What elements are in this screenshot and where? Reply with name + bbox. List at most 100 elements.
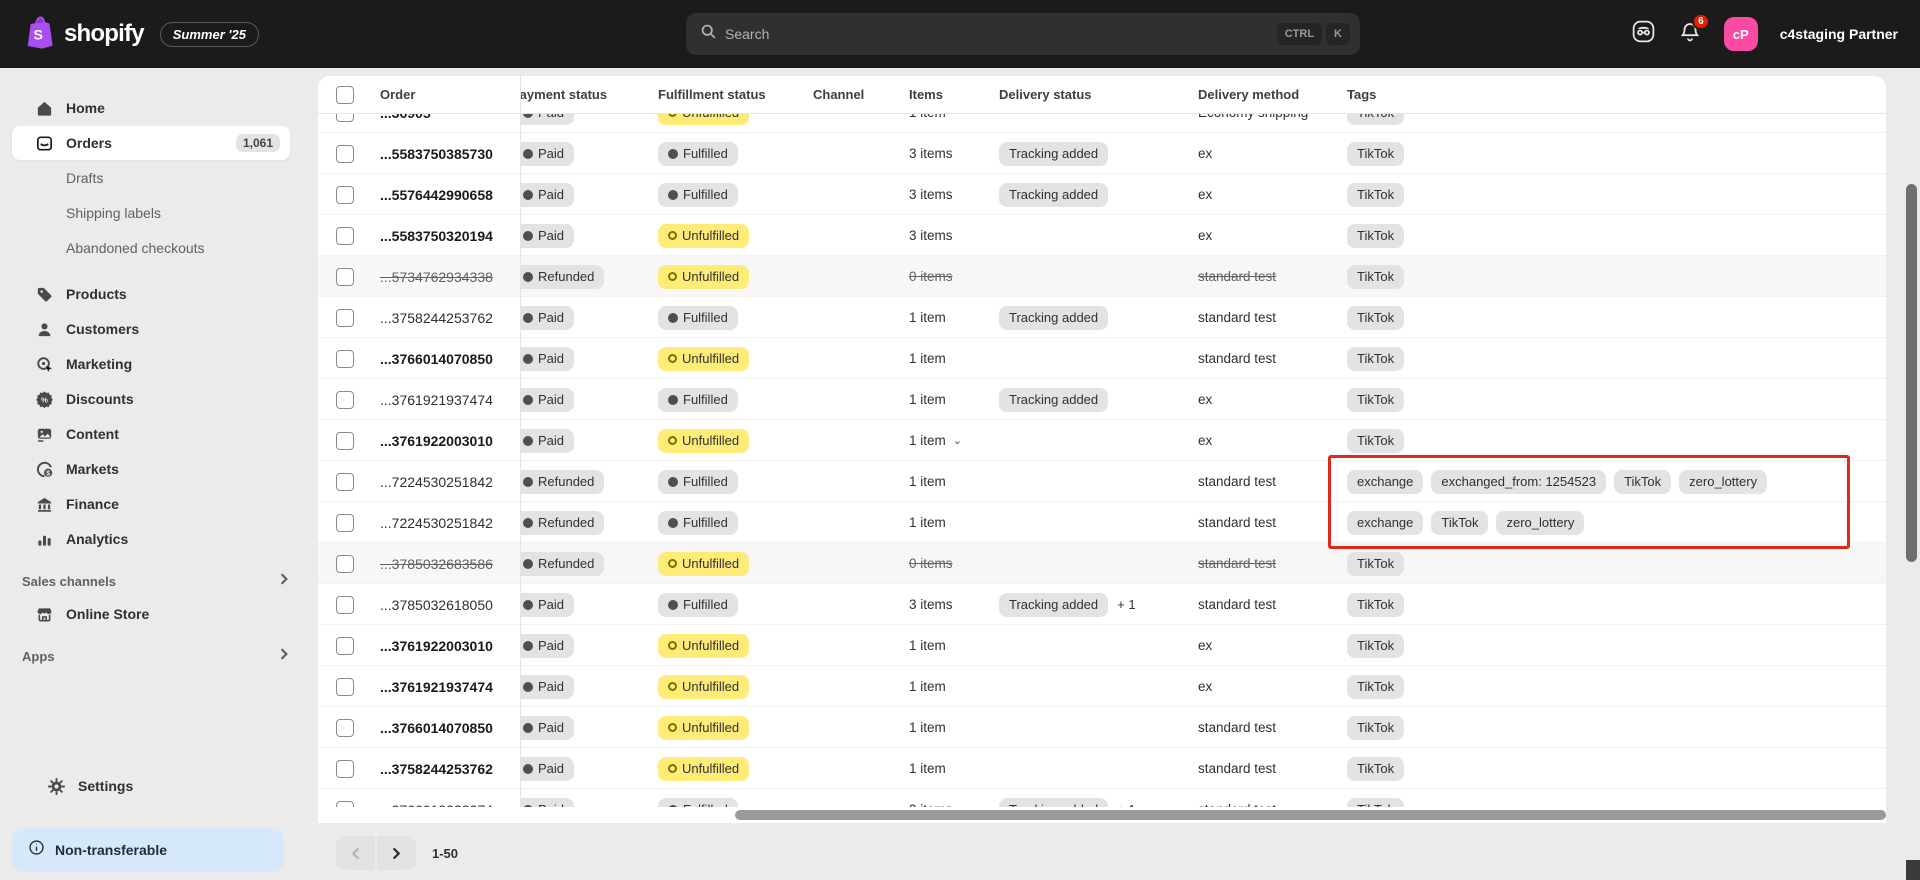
items-count: 3 items — [909, 146, 953, 161]
sidebar-item-drafts[interactable]: Drafts — [12, 161, 290, 195]
sidebar-item-label: Markets — [66, 461, 119, 477]
row-checkbox[interactable] — [336, 514, 354, 532]
table-row[interactable]: ...3766013033274PaidFulfilled3 itemsTrac… — [318, 789, 1886, 807]
row-checkbox[interactable] — [336, 473, 354, 491]
table-row[interactable]: ...5583750320194PaidUnfulfilled3 itemsex… — [318, 215, 1886, 256]
row-checkbox[interactable] — [336, 596, 354, 614]
payment-status-badge: Paid — [520, 388, 574, 412]
fulfillment-status-badge: Unfulfilled — [658, 114, 749, 125]
order-number: ...5576442990658 — [380, 187, 493, 203]
sidebar-item-products[interactable]: Products — [12, 277, 290, 311]
fulfillment-status-badge: Unfulfilled — [658, 757, 749, 781]
table-row[interactable]: ...3785032683586RefundedUnfulfilled0 ite… — [318, 543, 1886, 584]
delivery-method: standard test — [1198, 310, 1276, 325]
sidebar-item-home[interactable]: Home — [12, 91, 290, 125]
non-transferable-banner[interactable]: Non-transferable — [12, 828, 284, 872]
row-checkbox[interactable] — [336, 760, 354, 778]
payment-status-badge: Paid — [520, 114, 574, 125]
items-count: 1 item — [909, 114, 946, 120]
tag: TikTok — [1347, 114, 1404, 125]
sidebar-section-apps[interactable]: Apps — [12, 641, 290, 671]
table-row[interactable]: ...3785032618050PaidFulfilled3 itemsTrac… — [318, 584, 1886, 625]
sidebar-item-shipping-labels[interactable]: Shipping labels — [12, 196, 290, 230]
order-number: ...3761922003010 — [380, 433, 493, 449]
shortcut-k-key: K — [1326, 23, 1350, 45]
table-row[interactable]: ...3766014070850PaidUnfulfilled1 itemsta… — [318, 707, 1886, 748]
account-name[interactable]: c4staging Partner — [1780, 26, 1898, 42]
table-row[interactable]: ...3761921937474PaidUnfulfilled1 itemexT… — [318, 666, 1886, 707]
table-row[interactable]: ...5583750385730PaidFulfilled3 itemsTrac… — [318, 133, 1886, 174]
order-number: ...3761921937474 — [380, 392, 493, 408]
table-row[interactable]: ...3761921937474PaidFulfilled1 itemTrack… — [318, 379, 1886, 420]
table-row[interactable]: ...5576442990658PaidFulfilled3 itemsTrac… — [318, 174, 1886, 215]
sidebar-item-abandoned-checkouts[interactable]: Abandoned checkouts — [12, 231, 290, 265]
sidebar-item-label: Home — [66, 100, 105, 116]
horizontal-scrollbar-thumb[interactable] — [735, 810, 1886, 820]
row-checkbox[interactable] — [336, 432, 354, 450]
status-dot-icon — [668, 149, 678, 159]
table-row[interactable]: ...5734762934338RefundedUnfulfilled0 ite… — [318, 256, 1886, 297]
row-checkbox[interactable] — [336, 309, 354, 327]
row-checkbox[interactable] — [336, 637, 354, 655]
row-checkbox[interactable] — [336, 268, 354, 286]
sidekick-icon[interactable] — [1631, 19, 1656, 49]
row-checkbox[interactable] — [336, 114, 354, 122]
row-checkbox[interactable] — [336, 719, 354, 737]
delivery-method: standard test — [1198, 515, 1276, 530]
row-checkbox[interactable] — [336, 350, 354, 368]
table-row[interactable]: ...3758244253762PaidFulfilled1 itemTrack… — [318, 297, 1886, 338]
avatar[interactable]: cP — [1724, 17, 1758, 51]
row-checkbox[interactable] — [336, 391, 354, 409]
sidebar-item-marketing[interactable]: Marketing — [12, 347, 290, 381]
chevron-down-icon[interactable]: ⌄ — [953, 434, 962, 447]
status-dot-icon — [668, 313, 678, 323]
row-checkbox[interactable] — [336, 555, 354, 573]
next-page-button[interactable] — [377, 836, 416, 870]
row-checkbox[interactable] — [336, 145, 354, 163]
items-count: 1 item — [909, 351, 946, 366]
column-header-payment-status: Payment status — [520, 87, 658, 102]
status-dot-icon — [523, 272, 533, 282]
search-input[interactable]: Search CTRL K — [686, 13, 1360, 55]
sidebar-section-sales-channels[interactable]: Sales channels — [12, 566, 290, 596]
sidebar-item-customers[interactable]: Customers — [12, 312, 290, 346]
delivery-status-badge: Tracking added — [999, 798, 1108, 808]
table-row[interactable]: ...3761922003010PaidUnfulfilled1 itemexT… — [318, 625, 1886, 666]
sidebar-item-markets[interactable]: $Markets — [12, 452, 290, 486]
table-row[interactable]: ...7224530251842RefundedFulfilled1 items… — [318, 502, 1886, 543]
table-row[interactable]: ...36905PaidUnfulfilled1 itemEconomy shi… — [318, 114, 1886, 133]
sidebar-item-analytics[interactable]: Analytics — [12, 522, 290, 556]
shopify-wordmark: shopify — [64, 20, 144, 48]
status-dot-icon — [668, 477, 678, 487]
table-row[interactable]: ...3758244253762PaidUnfulfilled1 itemsta… — [318, 748, 1886, 789]
select-all-checkbox[interactable] — [336, 86, 354, 104]
row-checkbox[interactable] — [336, 186, 354, 204]
tag: exchanged_from: 1254523 — [1431, 470, 1606, 494]
row-checkbox[interactable] — [336, 227, 354, 245]
vertical-scrollbar-thumb[interactable] — [1906, 184, 1917, 562]
sidebar-item-finance[interactable]: Finance — [12, 487, 290, 521]
payment-status-badge: Paid — [520, 757, 574, 781]
shopify-logo[interactable]: S shopify Summer '25 — [0, 15, 259, 54]
discounts-icon: % — [34, 389, 54, 409]
tag: TikTok — [1347, 347, 1404, 371]
sidebar-item-content[interactable]: Content — [12, 417, 290, 451]
delivery-method: standard test — [1198, 761, 1276, 776]
order-number: ...3766014070850 — [380, 720, 493, 736]
table-row[interactable]: ...3761922003010PaidUnfulfilled1 item⌄ex… — [318, 420, 1886, 461]
tag: TikTok — [1347, 306, 1404, 330]
sidebar-item-orders[interactable]: Orders1,061 — [12, 126, 290, 160]
notifications-bell-icon[interactable]: 6 — [1678, 20, 1702, 49]
table-row[interactable]: ...7224530251842RefundedFulfilled1 items… — [318, 461, 1886, 502]
sidebar-item-discounts[interactable]: %Discounts — [12, 382, 290, 416]
orders-table-card: Order Payment status Fulfillment status … — [318, 76, 1886, 823]
previous-page-button[interactable] — [336, 836, 375, 870]
status-dot-icon — [523, 395, 533, 405]
order-number: ...3766014070850 — [380, 351, 493, 367]
row-checkbox[interactable] — [336, 678, 354, 696]
table-row[interactable]: ...3766014070850PaidUnfulfilled1 itemsta… — [318, 338, 1886, 379]
sidebar-item-settings[interactable]: Settings — [24, 769, 278, 803]
payment-status-badge: Paid — [520, 224, 574, 248]
horizontal-scrollbar[interactable] — [318, 807, 1886, 823]
sidebar-item-online-store[interactable]: Online Store — [12, 597, 290, 631]
